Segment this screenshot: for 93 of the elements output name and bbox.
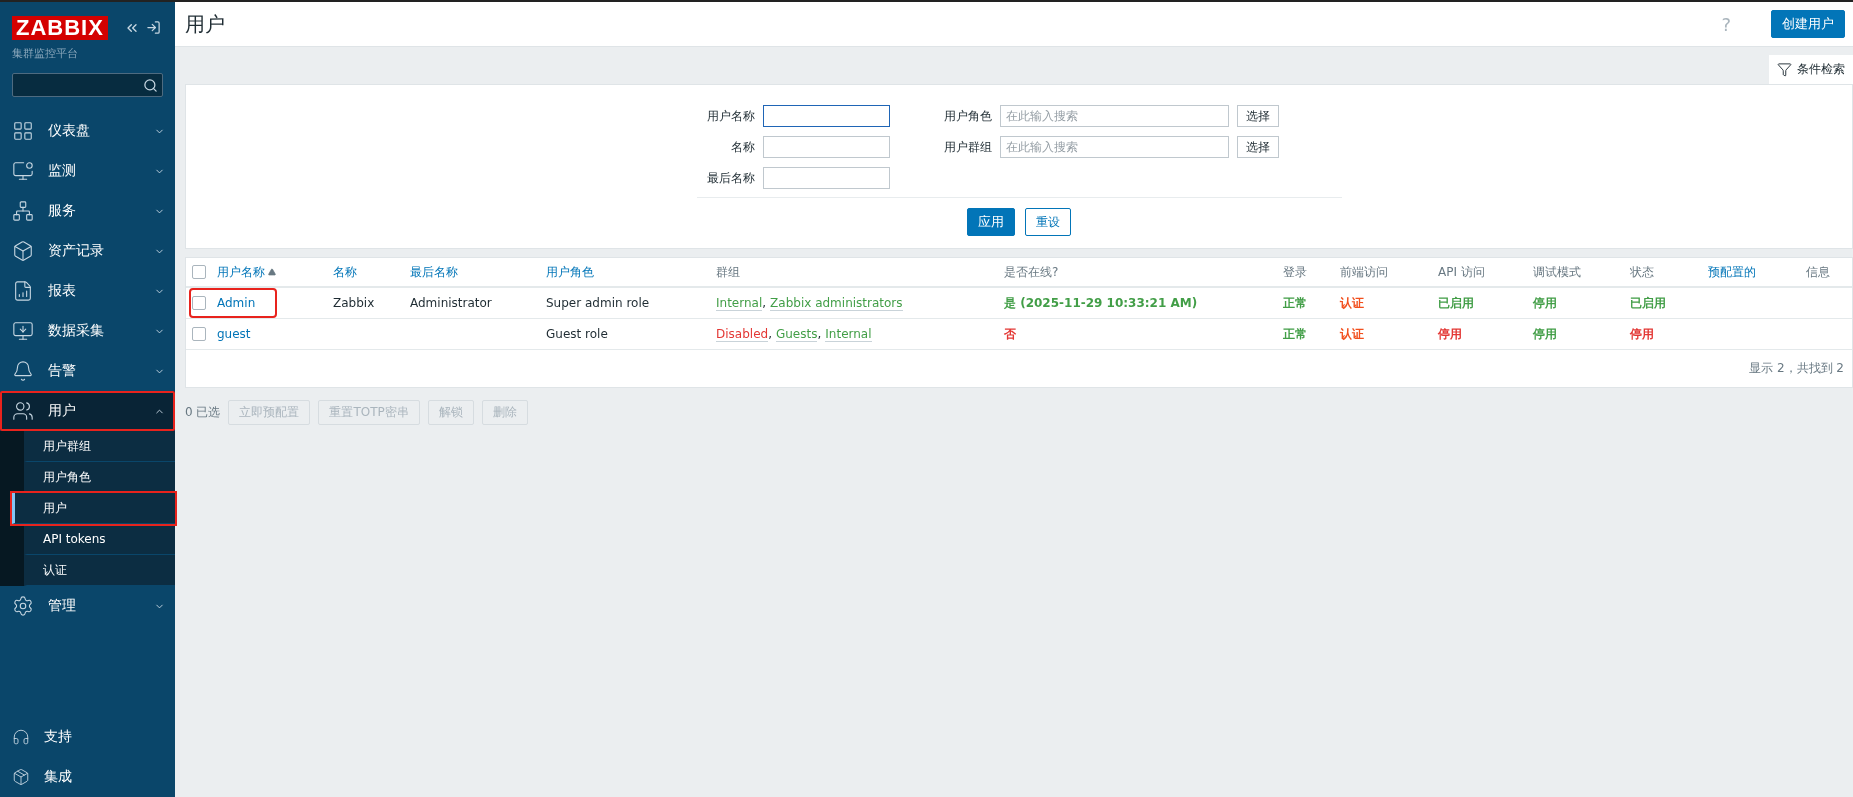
column-header: 登录 [1283, 263, 1308, 281]
status-text: 否 [1004, 325, 1016, 343]
status-text: 停用 [1438, 325, 1462, 343]
column-header: 调试模式 [1533, 263, 1582, 281]
network-icon [12, 200, 34, 222]
menu-item[interactable]: 服务 [0, 191, 175, 231]
package-icon [12, 768, 30, 786]
menu-item[interactable]: 仪表盘 [0, 111, 175, 151]
field-label: 用户群组 [942, 138, 992, 156]
menu-item[interactable]: 监测 [0, 151, 175, 191]
column-header: API 访问 [1438, 263, 1486, 281]
status-text: 停用 [1533, 294, 1557, 312]
status-text: 认证 [1340, 294, 1364, 312]
comma: , [762, 295, 767, 311]
column-header: 信息 [1806, 263, 1831, 281]
filter-icon [1777, 62, 1792, 77]
submenu-item[interactable]: 用户 [12, 493, 175, 524]
monitor-icon [12, 160, 34, 182]
menu-item[interactable]: 告警 [0, 351, 175, 391]
menu-item[interactable]: 数据采集 [0, 311, 175, 351]
menu-item[interactable]: 报表 [0, 271, 175, 311]
select-button[interactable]: 选择 [1236, 105, 1279, 127]
input-field[interactable] [762, 167, 890, 189]
logo-subtitle: 集群监控平台 [11, 46, 79, 62]
group-link[interactable]: Disabled [716, 326, 769, 342]
table-cell-text: Zabbix [333, 296, 376, 310]
table-cell-text: Guest role [546, 327, 609, 341]
row-checkbox[interactable] [192, 296, 206, 310]
input-field[interactable] [762, 105, 890, 127]
page-title: 用户 [185, 10, 226, 38]
search-icon[interactable] [143, 77, 158, 93]
filter-tab-label: 条件检索 [1797, 61, 1845, 78]
filter-tab[interactable]: 条件检索 [1769, 55, 1853, 84]
table-cell-text: Super admin role [546, 296, 651, 310]
status-text: 停用 [1630, 325, 1654, 343]
row-checkbox[interactable] [192, 327, 206, 341]
grid-icon [12, 120, 34, 142]
cube-icon [12, 240, 34, 262]
status-text: 正常 [1283, 294, 1307, 312]
headphones-icon [12, 728, 30, 746]
table-footer: 显示 2，共找到 2 [186, 350, 1852, 387]
column-header[interactable]: 用户角色 [546, 263, 716, 281]
submenu-item[interactable]: 用户群组 [24, 431, 175, 462]
search-field[interactable] [12, 73, 163, 97]
selected-count: 0 已选 [185, 404, 221, 421]
column-header: 群组 [716, 263, 741, 281]
table-cell-text: Administrator [410, 296, 493, 310]
status-text: 认证 [1340, 325, 1364, 343]
field-label: 名称 [729, 138, 755, 156]
sort-up-icon [268, 268, 276, 276]
status-text: 正常 [1283, 325, 1307, 343]
username-link[interactable]: guest [217, 327, 251, 341]
create-user-button[interactable]: 创建用户 [1771, 10, 1845, 38]
column-header: 是否在线? [1004, 263, 1060, 281]
select-button[interactable]: 选择 [1236, 136, 1279, 158]
field-label: 用户名称 [705, 107, 755, 125]
menu-item[interactable]: 资产记录 [0, 231, 175, 271]
group-link[interactable]: Zabbix administrators [770, 295, 903, 311]
download-icon [12, 320, 34, 342]
search-input[interactable]: 在此输入搜索 [999, 136, 1229, 158]
reset-button[interactable]: 重设 [1025, 208, 1071, 236]
column-header[interactable]: 名称 [333, 263, 410, 281]
input-field[interactable] [762, 136, 890, 158]
comma: , [817, 326, 822, 342]
status-text: 已启用 [1630, 294, 1666, 312]
users-icon [12, 400, 34, 422]
submenu-item[interactable]: 用户角色 [24, 462, 175, 493]
status-text: 已启用 [1438, 294, 1474, 312]
apply-button[interactable]: 应用 [967, 208, 1015, 236]
column-header: 前端访问 [1340, 263, 1389, 281]
bell-icon [12, 360, 34, 382]
column-header[interactable]: 预配置的 [1708, 263, 1806, 281]
settings-icon [12, 595, 34, 617]
field-label: 最后名称 [705, 169, 755, 187]
column-header: 状态 [1630, 263, 1655, 281]
menu-item[interactable]: 集成 [0, 757, 175, 797]
field-label: 用户角色 [942, 107, 992, 125]
submenu-item[interactable]: 认证 [24, 555, 175, 586]
column-header[interactable]: 最后名称 [410, 263, 546, 281]
group-link[interactable]: Internal [825, 326, 872, 342]
search-input[interactable]: 在此输入搜索 [999, 105, 1229, 127]
menu-item[interactable]: 支持 [0, 717, 175, 757]
username-link[interactable]: Admin [217, 296, 256, 310]
select-all-checkbox[interactable] [192, 265, 206, 279]
menu-item[interactable]: 用户 [0, 391, 175, 431]
status-text: 停用 [1533, 325, 1557, 343]
menu-item[interactable]: 管理 [0, 586, 175, 626]
report-icon [12, 280, 34, 302]
submenu-item[interactable]: API tokens [24, 524, 175, 555]
status-text: 是 (2025-11-29 10:33:21 AM) [1004, 294, 1198, 312]
column-header[interactable]: 用户名称 [217, 263, 333, 281]
zabbix-logo[interactable]: ZABBIX [12, 16, 108, 40]
comma: , [768, 326, 772, 342]
